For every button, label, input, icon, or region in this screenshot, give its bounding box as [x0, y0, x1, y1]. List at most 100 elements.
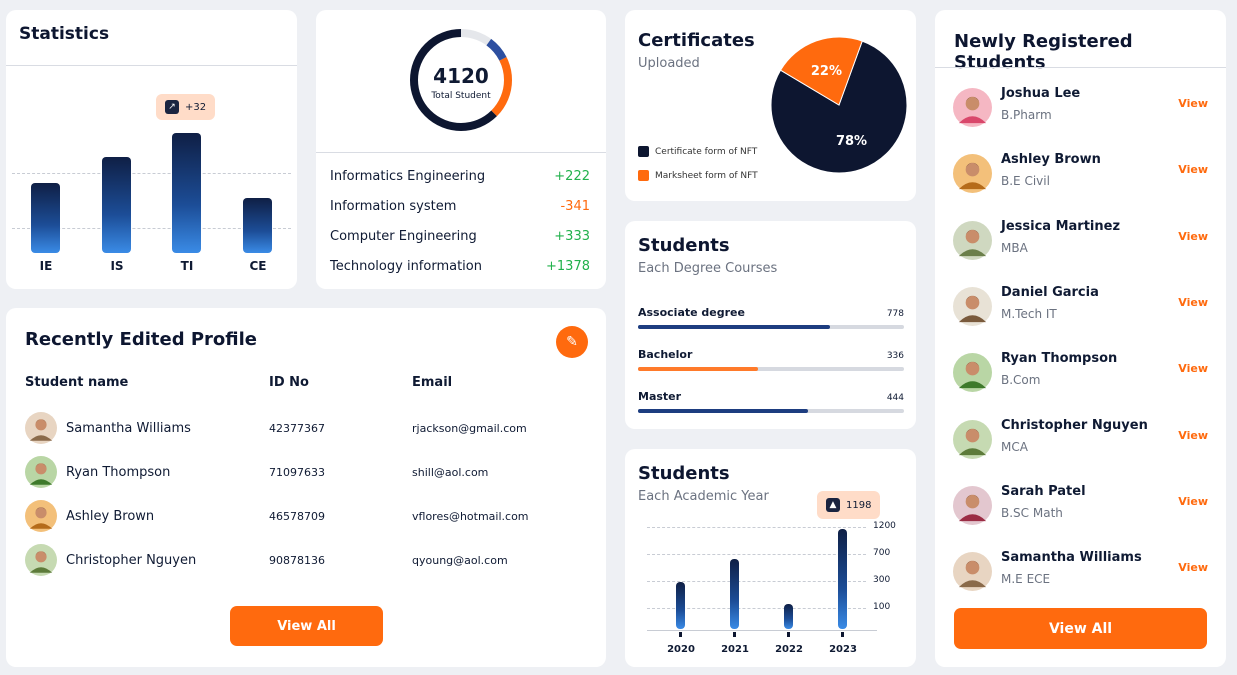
- edit-icon: ✎: [566, 334, 578, 350]
- student-id: 71097633: [269, 466, 325, 479]
- stat-badge-value: +32: [185, 101, 207, 113]
- department-name: Technology information: [330, 259, 482, 274]
- degree-value: 444: [886, 393, 904, 403]
- student-id: 46578709: [269, 510, 325, 523]
- legend-swatch: [638, 146, 649, 157]
- view-link[interactable]: View: [1178, 230, 1208, 243]
- legend-swatch: [638, 170, 649, 181]
- degree-name: Associate degree: [638, 306, 745, 319]
- stat-bar-ti: [172, 133, 201, 253]
- degree-progress-fill: [638, 367, 758, 371]
- list-item: Ryan Thompson B.Com View: [953, 351, 1208, 395]
- student-email: vflores@hotmail.com: [412, 510, 529, 523]
- header-id: ID No: [269, 375, 309, 390]
- student-name: Christopher Nguyen: [1001, 417, 1148, 433]
- student-name: Samantha Williams: [1001, 550, 1142, 566]
- x-tick: [787, 632, 790, 637]
- degree-row: Bachelor 336: [638, 348, 904, 378]
- department-row: Computer Engineering +333: [330, 229, 590, 244]
- student-course: B.Pharm: [1001, 108, 1052, 122]
- view-link[interactable]: View: [1178, 97, 1208, 110]
- list-item: Daniel Garcia M.Tech IT View: [953, 285, 1208, 329]
- view-link[interactable]: View: [1178, 561, 1208, 574]
- avatar: [25, 544, 57, 576]
- pie-label: 78%: [836, 134, 867, 149]
- view-link[interactable]: View: [1178, 495, 1208, 508]
- certificates-subtitle: Uploaded: [638, 56, 700, 71]
- student-course: B.SC Math: [1001, 505, 1063, 520]
- year-badge: ▲ 1198: [817, 491, 881, 519]
- view-link[interactable]: View: [1178, 163, 1208, 176]
- certificates-pie: 78% 22%: [770, 36, 908, 174]
- department-change: +222: [554, 169, 590, 184]
- student-name: Joshua Lee: [1001, 86, 1081, 101]
- avatar: [25, 456, 57, 488]
- divider: [935, 67, 1226, 68]
- legend-item-certificate: Certificate form of NFT: [638, 146, 757, 157]
- avatar: [953, 552, 992, 592]
- stat-bar-ie: [31, 183, 60, 253]
- edit-button[interactable]: ✎: [556, 326, 588, 358]
- student-name: Ryan Thompson: [1001, 351, 1118, 367]
- view-all-profiles-button[interactable]: View All: [230, 606, 383, 646]
- year-label: 2023: [829, 644, 857, 655]
- year-bar-2022: [784, 604, 793, 629]
- student-course: B.E Civil: [1001, 174, 1050, 189]
- degree-progress-fill: [638, 325, 830, 329]
- grid-line: [647, 554, 866, 555]
- y-tick-label: 300: [873, 575, 891, 585]
- list-item: Sarah Patel B.SC Math View: [953, 484, 1208, 528]
- department-row: Information system -341: [330, 199, 590, 214]
- student-id: 42377367: [269, 422, 325, 435]
- year-bar-2021: [730, 559, 739, 629]
- list-item: Ashley Brown B.E Civil View: [953, 152, 1208, 196]
- degree-subtitle: Each Degree Courses: [638, 261, 778, 276]
- avatar: [953, 154, 992, 194]
- degree-progress-track: [638, 325, 904, 329]
- table-row[interactable]: Christopher Nguyen 90878136 qyoung@aol.com: [25, 544, 596, 578]
- list-item: Joshua Lee B.Pharm View: [953, 86, 1208, 130]
- student-name: Samantha Williams: [66, 421, 191, 436]
- list-item: Jessica Martinez MBA View: [953, 219, 1208, 263]
- year-badge-value: 1198: [846, 499, 872, 511]
- student-id: 90878136: [269, 554, 325, 567]
- pie-label: 22%: [811, 64, 842, 79]
- degree-progress-track: [638, 367, 904, 371]
- avatar: [953, 88, 992, 127]
- avatar: [953, 286, 992, 326]
- stat-bar-is: [102, 157, 131, 253]
- table-row[interactable]: Ryan Thompson 71097633 shill@aol.com: [25, 456, 596, 490]
- stat-bar-label: IS: [110, 259, 124, 273]
- student-email: rjackson@gmail.com: [412, 422, 527, 435]
- view-link[interactable]: View: [1178, 429, 1208, 442]
- student-name: Daniel Garcia: [1001, 284, 1099, 300]
- degree-title: Students: [638, 235, 730, 256]
- table-row[interactable]: Samantha Williams 42377367 rjackson@gmail.…: [25, 412, 596, 446]
- legend-label: Marksheet form of NFT: [655, 170, 758, 181]
- trend-up-icon: ↗: [165, 100, 179, 114]
- grid-line: [12, 173, 291, 174]
- header-email: Email: [412, 375, 453, 390]
- x-axis: [647, 630, 877, 631]
- year-bar-2020: [676, 582, 685, 629]
- student-course: B.Com: [1001, 373, 1041, 388]
- chart-icon: ▲: [826, 498, 840, 512]
- department-row: Technology information +1378: [330, 259, 590, 274]
- student-name: Christopher Nguyen: [66, 553, 197, 568]
- year-label: 2020: [667, 644, 695, 655]
- view-all-students-button[interactable]: View All: [954, 608, 1207, 649]
- student-email: shill@aol.com: [412, 466, 489, 479]
- year-bar-2023: [838, 529, 847, 629]
- view-link[interactable]: View: [1178, 296, 1208, 309]
- department-name: Informatics Engineering: [330, 169, 486, 184]
- student-email: qyoung@aol.com: [412, 554, 508, 567]
- stat-bar-ce: [243, 198, 272, 253]
- certificates-card: Certificates Uploaded Certificate form o…: [625, 10, 916, 201]
- department-row: Informatics Engineering +222: [330, 169, 590, 184]
- student-course: M.Tech IT: [1001, 306, 1057, 321]
- x-tick: [733, 632, 736, 637]
- table-row[interactable]: Ashley Brown 46578709 vflores@hotmail.com: [25, 500, 596, 534]
- total-student-label: Total Student: [431, 91, 491, 101]
- avatar: [25, 500, 57, 532]
- view-link[interactable]: View: [1178, 362, 1208, 375]
